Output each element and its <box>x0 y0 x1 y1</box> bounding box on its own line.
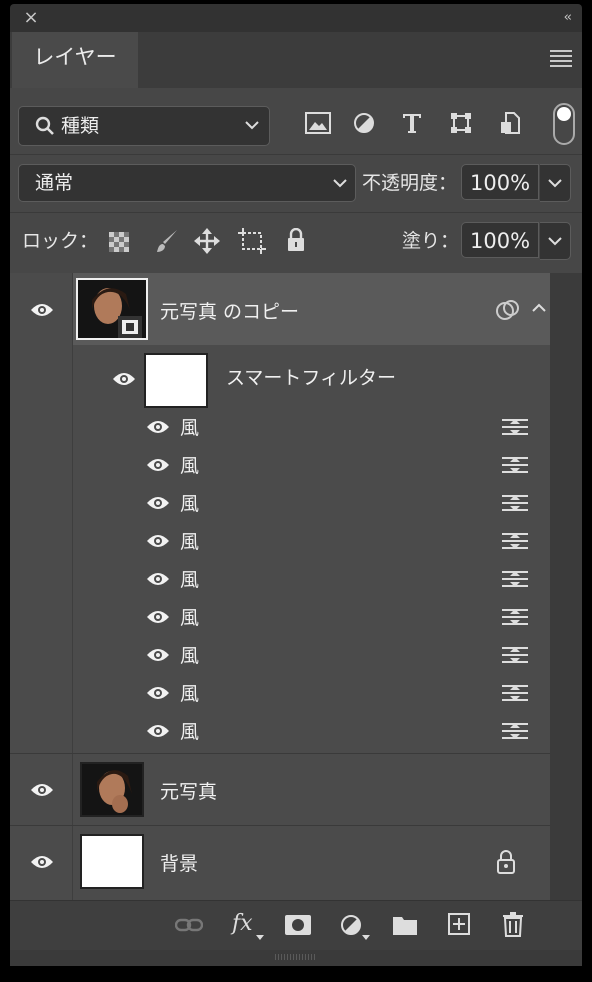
lock-image-pixels-icon[interactable] <box>155 228 179 254</box>
divider <box>10 212 582 213</box>
adjustment-layer-icon[interactable] <box>340 914 362 936</box>
smart-filter-link-icon <box>496 300 519 320</box>
filter-name: 風 <box>180 683 200 705</box>
fill-input[interactable]: 100% <box>461 222 539 258</box>
chevron-down-icon <box>548 237 562 246</box>
eye-icon[interactable] <box>146 723 170 739</box>
lock-all-icon[interactable] <box>286 228 306 252</box>
filter-name: 風 <box>180 569 200 591</box>
layers-list[interactable]: 元写真 のコピー スマートフィルター 風 風 風 風 風 風 風 風 風 元写真… <box>10 273 582 901</box>
adjustment-filter-icon[interactable] <box>353 112 375 134</box>
layers-panel: × ‹‹ レイヤー 種類 通常 不透明度： 100% ロック： 塗り： 100%… <box>0 0 592 982</box>
blend-mode-label: 通常 <box>35 172 74 194</box>
layer-name[interactable]: 元写真 のコピー <box>160 297 299 324</box>
eye-icon[interactable] <box>146 571 170 587</box>
filter-name: 風 <box>180 455 200 477</box>
lock-label: ロック： <box>22 230 99 252</box>
group-folder-icon[interactable] <box>392 914 418 936</box>
collapse-icon[interactable]: ‹‹ <box>564 7 573 29</box>
filter-name: 風 <box>180 417 200 439</box>
smart-object-filter-icon[interactable] <box>499 112 521 134</box>
chevron-down-icon <box>548 179 562 188</box>
eye-icon[interactable] <box>146 609 170 625</box>
layer-name[interactable]: 元写真 <box>160 777 217 804</box>
layer-thumbnail <box>76 278 148 340</box>
scrollbar[interactable] <box>550 273 582 901</box>
filter-name: 風 <box>180 721 200 743</box>
bottom-toolbar: fx <box>10 900 582 951</box>
layer-thumbnail <box>80 834 144 889</box>
filter-options-icon[interactable] <box>502 569 528 589</box>
filter-options-icon[interactable] <box>502 645 528 665</box>
filter-options-icon[interactable] <box>502 683 528 703</box>
link-layers-icon[interactable] <box>175 917 203 933</box>
dropdown-triangle-icon <box>256 935 264 940</box>
filter-options-icon[interactable] <box>502 493 528 513</box>
filter-options-icon[interactable] <box>502 455 528 475</box>
eye-icon[interactable] <box>112 371 136 387</box>
type-filter-icon[interactable] <box>402 112 422 134</box>
portrait-thumbnail <box>78 280 146 338</box>
new-layer-icon[interactable] <box>448 913 470 935</box>
layer-mask-icon[interactable] <box>285 915 311 935</box>
smart-filters-label[interactable]: スマートフィルター <box>226 363 396 390</box>
chevron-down-icon <box>333 179 347 188</box>
opacity-input[interactable]: 100% <box>461 164 539 200</box>
filter-options-icon[interactable] <box>502 607 528 627</box>
opacity-label: 不透明度： <box>362 172 458 194</box>
panel-body: 種類 通常 不透明度： 100% ロック： 塗り： 100% 元写真 のコピー … <box>10 88 582 966</box>
close-icon[interactable]: × <box>20 7 42 29</box>
filter-options-icon[interactable] <box>502 531 528 551</box>
eye-icon[interactable] <box>30 782 54 798</box>
layer-thumbnail <box>80 762 144 817</box>
panel-title-bar: × ‹‹ <box>10 4 582 32</box>
fill-dropdown-button[interactable] <box>540 222 571 260</box>
lock-position-icon[interactable] <box>194 228 220 254</box>
lock-transparent-pixels-icon[interactable] <box>109 232 129 252</box>
eye-icon[interactable] <box>146 647 170 663</box>
eye-icon[interactable] <box>146 419 170 435</box>
filter-options-icon[interactable] <box>502 721 528 741</box>
eye-icon[interactable] <box>146 457 170 473</box>
chevron-up-icon[interactable] <box>532 303 546 313</box>
eye-icon[interactable] <box>146 495 170 511</box>
resize-handle[interactable] <box>10 950 582 966</box>
filter-kind-dropdown[interactable]: 種類 <box>18 106 270 146</box>
smart-filter-mask-thumbnail[interactable] <box>144 353 208 408</box>
lock-icon <box>497 850 515 874</box>
filter-options-icon[interactable] <box>502 417 528 437</box>
dropdown-triangle-icon <box>362 935 370 940</box>
portrait-thumbnail <box>82 764 142 815</box>
filter-name: 風 <box>180 531 200 553</box>
filter-name: 風 <box>180 493 200 515</box>
blend-mode-dropdown[interactable]: 通常 <box>18 164 356 202</box>
tab-layers[interactable]: レイヤー <box>12 32 138 88</box>
panel-menu-icon[interactable] <box>550 50 572 68</box>
eye-icon[interactable] <box>30 854 54 870</box>
chevron-down-icon <box>245 121 259 130</box>
eye-icon[interactable] <box>146 685 170 701</box>
filter-kind-label: 種類 <box>61 115 100 137</box>
filter-name: 風 <box>180 607 200 629</box>
opacity-dropdown-button[interactable] <box>540 164 571 202</box>
divider <box>10 154 582 155</box>
shape-filter-icon[interactable] <box>450 112 472 134</box>
eye-icon[interactable] <box>146 533 170 549</box>
fill-label: 塗り： <box>402 230 460 252</box>
filter-toggle-switch[interactable] <box>553 103 575 145</box>
fx-icon[interactable]: fx <box>232 911 253 936</box>
lock-artboard-icon[interactable] <box>238 228 266 254</box>
layer-name[interactable]: 背景 <box>160 849 198 876</box>
image-filter-icon[interactable] <box>305 112 331 134</box>
tab-row: レイヤー <box>10 32 582 88</box>
search-icon <box>35 116 54 135</box>
filter-name: 風 <box>180 645 200 667</box>
eye-icon[interactable] <box>30 302 54 318</box>
trash-icon[interactable] <box>502 911 524 937</box>
